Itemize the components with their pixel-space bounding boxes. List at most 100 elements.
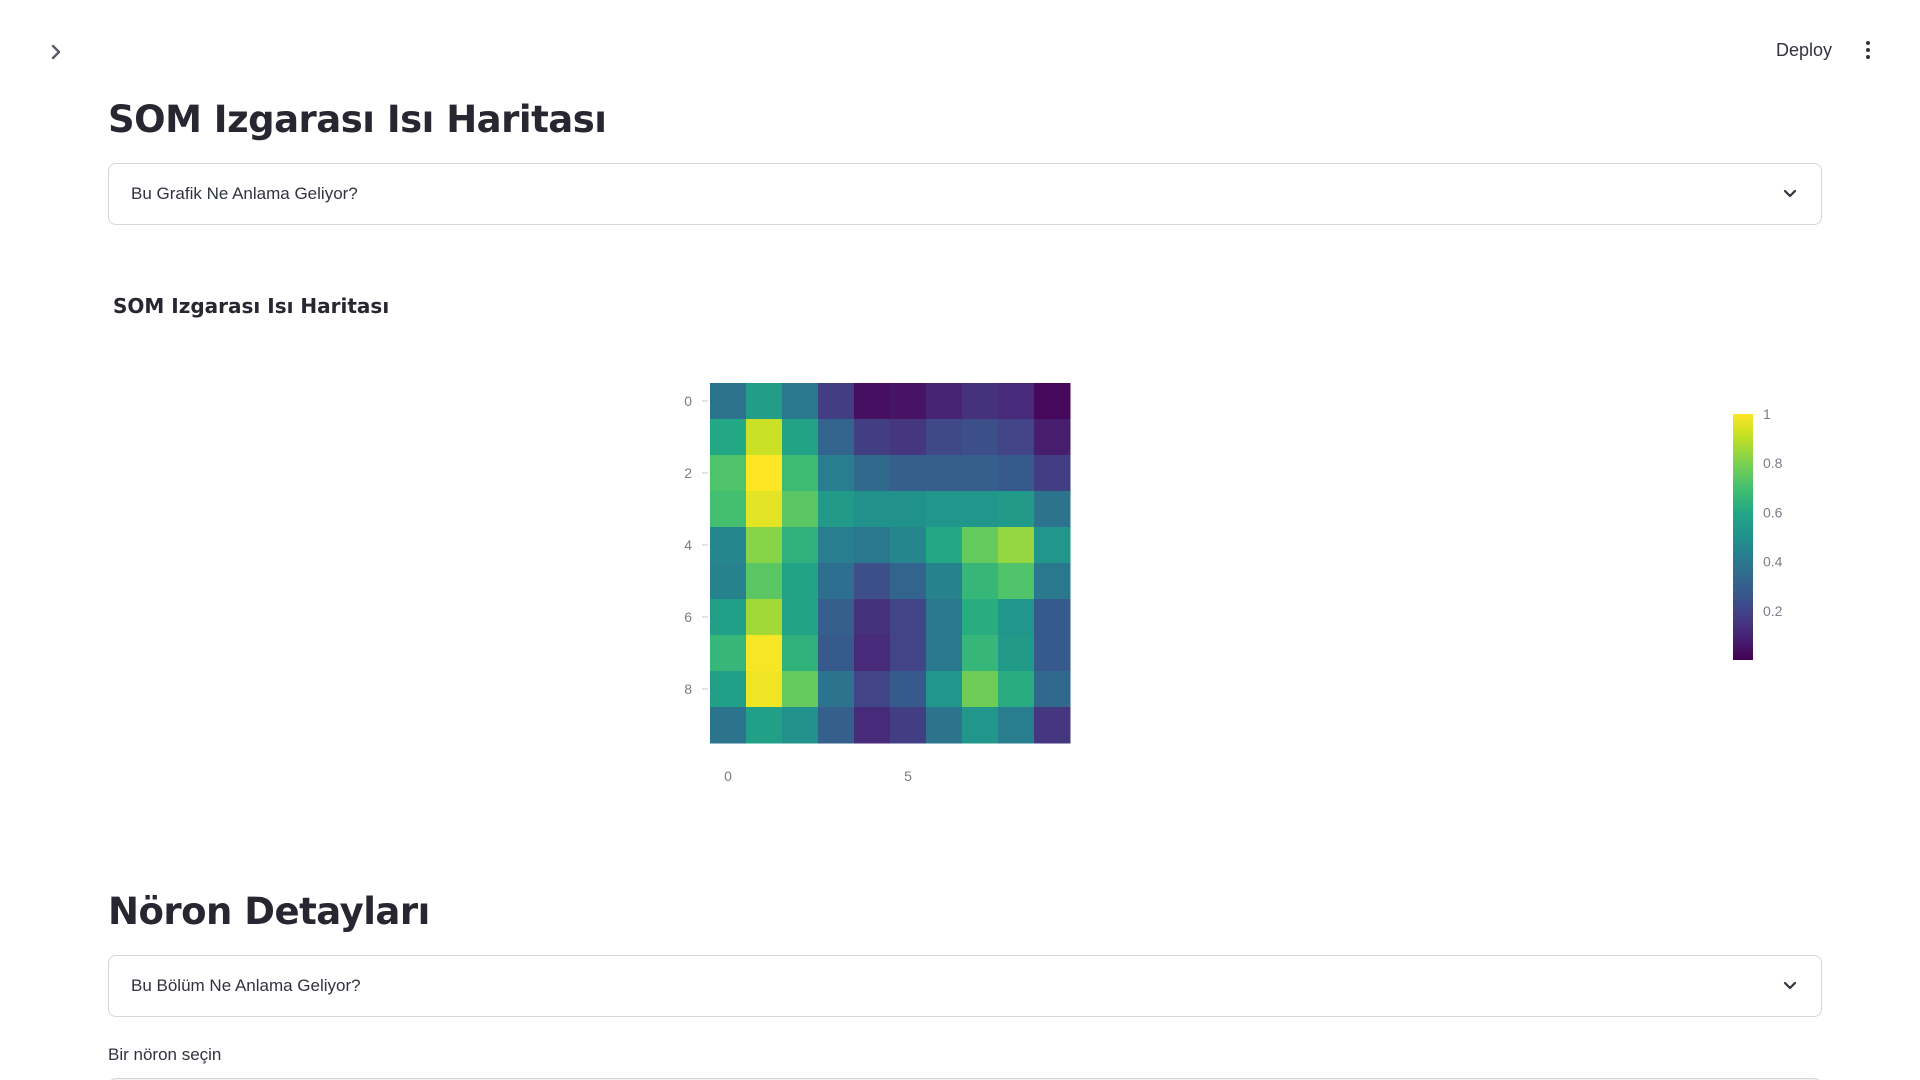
heatmap-cell[interactable] [854, 671, 891, 708]
heatmap-cell[interactable] [746, 491, 783, 528]
heatmap-cell[interactable] [746, 563, 783, 600]
heatmap-cell[interactable] [710, 599, 747, 636]
heatmap-cell[interactable] [962, 707, 999, 744]
heatmap-cell[interactable] [1034, 563, 1071, 600]
heatmap-cell[interactable] [962, 455, 999, 492]
heatmap-cell[interactable] [1034, 599, 1071, 636]
heatmap-cell[interactable] [854, 527, 891, 564]
heatmap-cell[interactable] [854, 563, 891, 600]
heatmap-cell[interactable] [818, 419, 855, 456]
heatmap-cell[interactable] [710, 419, 747, 456]
heatmap-cell[interactable] [998, 527, 1035, 564]
heatmap-cell[interactable] [782, 635, 819, 672]
heatmap-cell[interactable] [890, 599, 927, 636]
heatmap-cell[interactable] [782, 599, 819, 636]
heatmap-cell[interactable] [890, 527, 927, 564]
heatmap-cell[interactable] [926, 527, 963, 564]
heatmap-cell[interactable] [926, 671, 963, 708]
heatmap-cell[interactable] [854, 455, 891, 492]
heatmap-cell[interactable] [998, 599, 1035, 636]
heatmap-cell[interactable] [818, 383, 855, 420]
heatmap-cell[interactable] [854, 383, 891, 420]
heatmap-cell[interactable] [962, 491, 999, 528]
heatmap-cell[interactable] [854, 635, 891, 672]
heatmap-cell[interactable] [1034, 383, 1071, 420]
heatmap-cell[interactable] [998, 419, 1035, 456]
heatmap-cell[interactable] [818, 455, 855, 492]
heatmap-chart[interactable]: 0 2 4 6 8 0 5 1 0.8 0.6 0.4 0.2 [108, 340, 1822, 820]
heatmap-cell[interactable] [890, 707, 927, 744]
heatmap-cell[interactable] [962, 671, 999, 708]
heatmap-cell[interactable] [710, 491, 747, 528]
heatmap-cell[interactable] [1034, 455, 1071, 492]
heatmap-cell[interactable] [818, 671, 855, 708]
heatmap-cell[interactable] [782, 563, 819, 600]
heatmap-cell[interactable] [926, 707, 963, 744]
heatmap-cell[interactable] [998, 383, 1035, 420]
heatmap-cell[interactable] [962, 563, 999, 600]
heatmap-cell[interactable] [926, 635, 963, 672]
heatmap-cell[interactable] [746, 635, 783, 672]
heatmap-cell[interactable] [890, 491, 927, 528]
heatmap-cell[interactable] [818, 707, 855, 744]
heatmap-cell[interactable] [1034, 527, 1071, 564]
heatmap-cell[interactable] [710, 671, 747, 708]
heatmap-cell[interactable] [926, 419, 963, 456]
heatmap-cell[interactable] [926, 563, 963, 600]
heatmap-cell[interactable] [962, 599, 999, 636]
heatmap-cell[interactable] [746, 419, 783, 456]
neuron-explanation-expander[interactable]: Bu Bölüm Ne Anlama Geliyor? [108, 955, 1822, 1017]
heatmap-cell[interactable] [926, 455, 963, 492]
heatmap-cell[interactable] [998, 491, 1035, 528]
heatmap-cell[interactable] [926, 383, 963, 420]
heatmap-cell[interactable] [854, 707, 891, 744]
heatmap-cell[interactable] [998, 671, 1035, 708]
heatmap-cell[interactable] [710, 707, 747, 744]
heatmap-cell[interactable] [1034, 419, 1071, 456]
heatmap-cell[interactable] [818, 599, 855, 636]
heatmap-cell[interactable] [854, 419, 891, 456]
heatmap-cell[interactable] [782, 455, 819, 492]
heatmap-cell[interactable] [890, 383, 927, 420]
heatmap-cell[interactable] [746, 383, 783, 420]
heatmap-cell[interactable] [1034, 491, 1071, 528]
heatmap-cell[interactable] [782, 491, 819, 528]
sidebar-expand-button[interactable] [44, 40, 68, 64]
heatmap-cell[interactable] [890, 419, 927, 456]
heatmap-cell[interactable] [926, 491, 963, 528]
heatmap-cell[interactable] [962, 527, 999, 564]
heatmap-cell[interactable] [890, 563, 927, 600]
heatmap-cell[interactable] [818, 491, 855, 528]
som-explanation-expander[interactable]: Bu Grafik Ne Anlama Geliyor? [108, 163, 1822, 225]
heatmap-cell[interactable] [998, 455, 1035, 492]
heatmap-cell[interactable] [926, 599, 963, 636]
heatmap-cell[interactable] [998, 635, 1035, 672]
heatmap-cell[interactable] [746, 527, 783, 564]
heatmap-cell[interactable] [818, 635, 855, 672]
heatmap-cell[interactable] [962, 635, 999, 672]
heatmap-cell[interactable] [710, 635, 747, 672]
heatmap-cell[interactable] [818, 527, 855, 564]
heatmap-cell[interactable] [782, 419, 819, 456]
heatmap-cell[interactable] [746, 671, 783, 708]
heatmap-cell[interactable] [890, 635, 927, 672]
heatmap-cell[interactable] [710, 455, 747, 492]
heatmap-cell[interactable] [854, 491, 891, 528]
heatmap-cell[interactable] [998, 707, 1035, 744]
heatmap-cell[interactable] [710, 527, 747, 564]
heatmap-cell[interactable] [854, 599, 891, 636]
heatmap-cell[interactable] [962, 383, 999, 420]
heatmap-cell[interactable] [818, 563, 855, 600]
heatmap-cell[interactable] [782, 671, 819, 708]
heatmap-cell[interactable] [998, 563, 1035, 600]
heatmap-cell[interactable] [962, 419, 999, 456]
heatmap-cell[interactable] [746, 707, 783, 744]
heatmap-cell[interactable] [1034, 635, 1071, 672]
heatmap-cell[interactable] [710, 383, 747, 420]
heatmap-cell[interactable] [890, 671, 927, 708]
heatmap-cell[interactable] [782, 527, 819, 564]
main-menu-button[interactable] [1856, 36, 1880, 64]
deploy-button[interactable]: Deploy [1768, 36, 1840, 65]
heatmap-cell[interactable] [1034, 671, 1071, 708]
heatmap-cell[interactable] [710, 563, 747, 600]
